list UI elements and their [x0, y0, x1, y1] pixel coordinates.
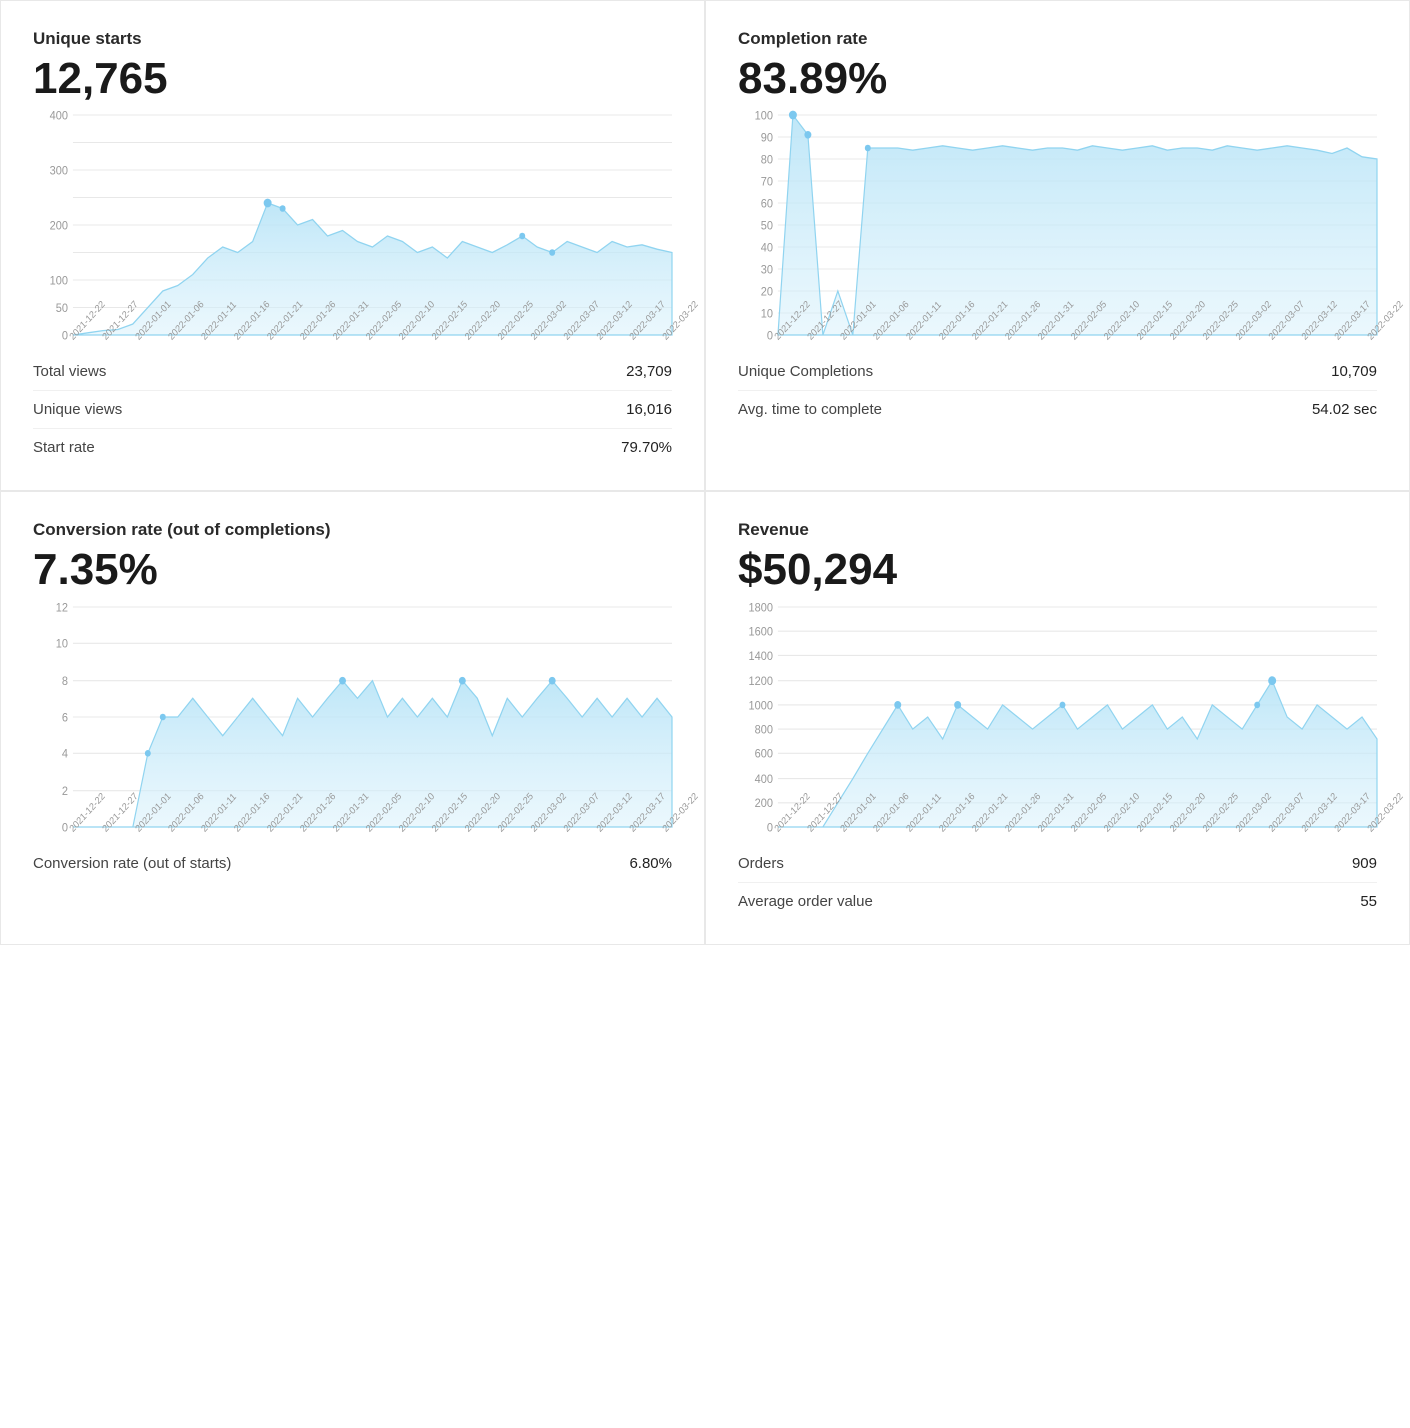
dashboard: Unique starts 12,765 — [0, 0, 1410, 945]
completion-rate-stats: Unique Completions 10,709 Avg. time to c… — [738, 353, 1377, 428]
stat-unique-completions: Unique Completions 10,709 — [738, 353, 1377, 390]
svg-text:4: 4 — [62, 748, 69, 761]
svg-text:1800: 1800 — [749, 602, 773, 615]
svg-text:1200: 1200 — [749, 675, 773, 688]
panel-conversion-rate-title: Conversion rate (out of completions) — [33, 520, 672, 540]
svg-text:40: 40 — [761, 242, 773, 255]
svg-text:80: 80 — [761, 154, 773, 167]
revenue-stats: Orders 909 Average order value 55 — [738, 845, 1377, 920]
svg-text:100: 100 — [755, 110, 773, 123]
svg-text:0: 0 — [62, 330, 68, 343]
svg-text:0: 0 — [767, 822, 773, 835]
svg-text:12: 12 — [56, 602, 68, 615]
svg-text:90: 90 — [761, 132, 773, 145]
stat-total-views: Total views 23,709 — [33, 353, 672, 390]
svg-text:1000: 1000 — [749, 700, 773, 713]
svg-text:200: 200 — [755, 798, 773, 811]
panel-revenue-value: $50,294 — [738, 546, 1377, 594]
conversion-rate-chart: 12 10 8 6 4 2 0 2021-12-22 2021-12-27 — [33, 607, 672, 827]
panel-revenue: Revenue $50,294 — [705, 491, 1410, 944]
svg-text:50: 50 — [56, 303, 68, 316]
panel-unique-starts-title: Unique starts — [33, 29, 672, 49]
panel-completion-rate-value: 83.89% — [738, 55, 1377, 103]
svg-text:60: 60 — [761, 198, 773, 211]
svg-text:300: 300 — [50, 165, 68, 178]
svg-text:0: 0 — [62, 822, 68, 835]
svg-text:0: 0 — [767, 330, 773, 343]
panel-conversion-rate-value: 7.35% — [33, 546, 672, 594]
stat-orders: Orders 909 — [738, 845, 1377, 882]
completion-rate-chart: 100 90 80 70 60 50 40 30 20 10 0 2021-12 — [738, 115, 1377, 335]
unique-starts-chart: 400 300 200 100 50 0 2021-12-22 2021-12-… — [33, 115, 672, 335]
svg-text:2: 2 — [62, 785, 68, 798]
svg-text:20: 20 — [761, 286, 773, 299]
svg-text:30: 30 — [761, 264, 773, 277]
panel-unique-starts-value: 12,765 — [33, 55, 672, 103]
svg-text:400: 400 — [50, 110, 68, 123]
svg-text:600: 600 — [755, 748, 773, 761]
svg-text:10: 10 — [56, 638, 68, 651]
svg-text:200: 200 — [50, 220, 68, 233]
svg-text:1600: 1600 — [749, 626, 773, 639]
svg-text:6: 6 — [62, 712, 68, 725]
svg-text:100: 100 — [50, 275, 68, 288]
panel-conversion-rate: Conversion rate (out of completions) 7.3… — [0, 491, 705, 944]
panel-revenue-title: Revenue — [738, 520, 1377, 540]
svg-text:8: 8 — [62, 675, 68, 688]
svg-text:10: 10 — [761, 308, 773, 321]
panel-unique-starts: Unique starts 12,765 — [0, 0, 705, 491]
svg-text:70: 70 — [761, 176, 773, 189]
svg-text:400: 400 — [755, 773, 773, 786]
svg-text:50: 50 — [761, 220, 773, 233]
stat-start-rate: Start rate 79.70% — [33, 428, 672, 466]
stat-conversion-starts: Conversion rate (out of starts) 6.80% — [33, 845, 672, 882]
panel-completion-rate: Completion rate 83.89% — [705, 0, 1410, 491]
revenue-chart: 1800 1600 1400 1200 1000 800 600 400 200… — [738, 607, 1377, 827]
stat-unique-views: Unique views 16,016 — [33, 390, 672, 428]
svg-text:1400: 1400 — [749, 650, 773, 663]
stat-avg-time: Avg. time to complete 54.02 sec — [738, 390, 1377, 428]
unique-starts-stats: Total views 23,709 Unique views 16,016 S… — [33, 353, 672, 466]
stat-avg-order-value: Average order value 55 — [738, 882, 1377, 920]
svg-text:800: 800 — [755, 724, 773, 737]
panel-completion-rate-title: Completion rate — [738, 29, 1377, 49]
conversion-rate-stats: Conversion rate (out of starts) 6.80% — [33, 845, 672, 882]
